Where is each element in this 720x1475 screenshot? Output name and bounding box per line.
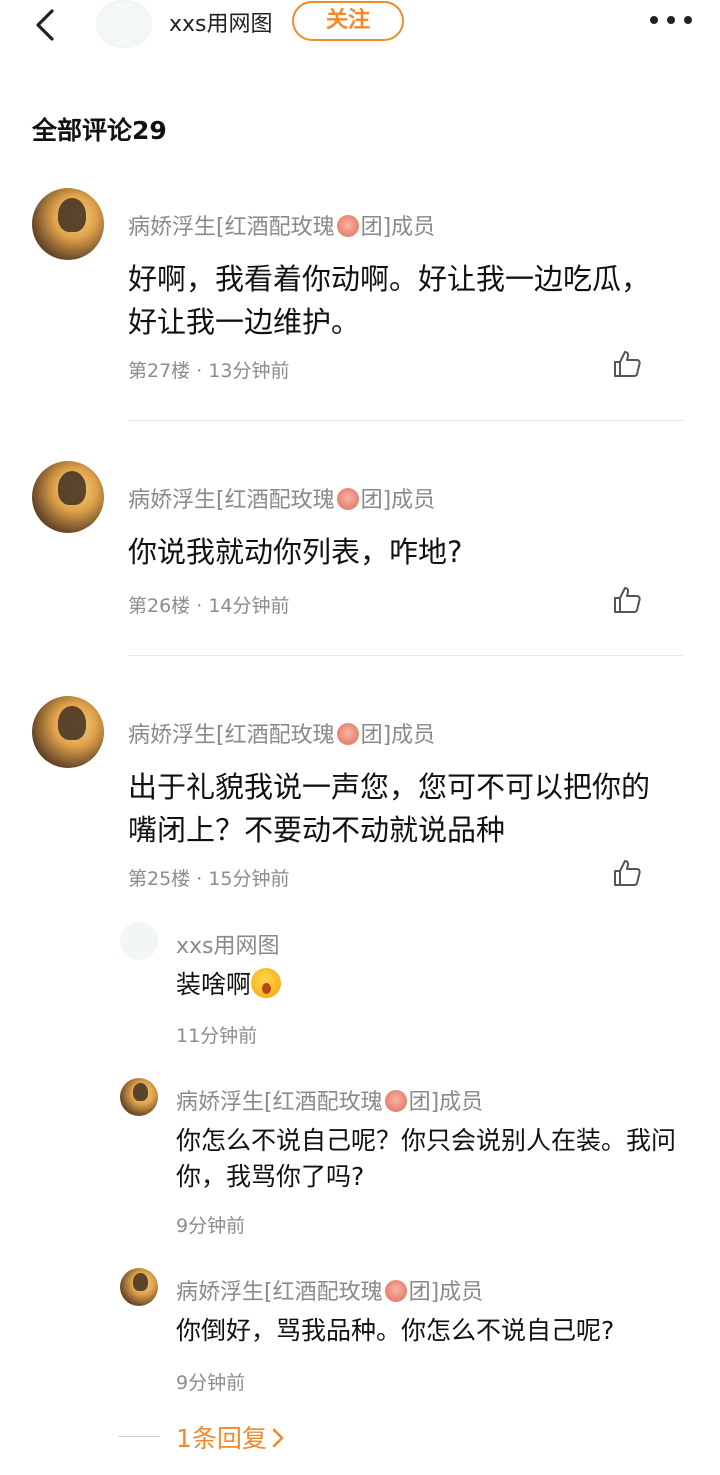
user-avatar[interactable] <box>32 461 104 533</box>
floor-number: 第27楼 <box>128 360 191 382</box>
comment-meta: 第27楼 · 13分钟前 <box>128 356 290 383</box>
reply-content: 你倒好，骂我品种。你怎么不说自己呢? <box>176 1316 615 1345</box>
rose-icon <box>384 1090 407 1112</box>
meta-separator: · <box>196 360 203 382</box>
author-avatar[interactable] <box>96 0 152 48</box>
comment-time: 15分钟前 <box>208 868 290 890</box>
astonished-face-icon <box>251 968 282 998</box>
comment-time: 14分钟前 <box>208 595 290 617</box>
reply-content: 装啥啊 <box>176 967 686 1003</box>
comment-meta: 第25楼 · 15分钟前 <box>128 864 290 891</box>
meta-separator: · <box>196 595 203 617</box>
back-arrow-icon[interactable] <box>32 8 60 42</box>
reply-avatar[interactable] <box>120 1078 158 1116</box>
reply-time: 9分钟前 <box>176 1215 246 1237</box>
thumbs-up-icon[interactable] <box>612 858 642 888</box>
comment-content: 出于礼貌我说一声您，您可不可以把你的嘴闭上？不要动不动就说品种 <box>128 770 651 847</box>
user-avatar[interactable] <box>32 696 104 768</box>
comment-content: 你说我就动你列表，咋地? <box>128 535 463 569</box>
reply-text: 装啥啊 <box>176 970 252 999</box>
meta-separator: · <box>196 868 203 890</box>
chevron-right-icon <box>272 1428 284 1448</box>
username-text: 病娇浮生[红酒配玫瑰 <box>128 723 335 748</box>
comment-username[interactable]: 病娇浮生[红酒配玫瑰 团]成员 <box>128 717 435 749</box>
more-replies-label: 1条回复 <box>176 1424 267 1453</box>
top-bar: xxs用网图 关注 <box>0 0 720 52</box>
follow-button[interactable]: 关注 <box>292 1 404 41</box>
divider <box>128 420 684 421</box>
comment-meta: 第26楼 · 14分钟前 <box>128 591 290 618</box>
username-suffix: 团]成员 <box>408 1090 484 1115</box>
reply-time: 11分钟前 <box>176 1025 258 1047</box>
rose-icon <box>336 723 359 745</box>
username-text: 病娇浮生[红酒配玫瑰 <box>128 215 335 240</box>
divider <box>118 1436 160 1437</box>
floor-number: 第26楼 <box>128 595 191 617</box>
username-suffix: 团]成员 <box>408 1280 484 1305</box>
comment-time: 13分钟前 <box>208 360 290 382</box>
more-options-icon[interactable] <box>650 16 694 26</box>
reply-content: 你怎么不说自己呢？你只会说别人在装。我问你，我骂你了吗? <box>176 1126 677 1191</box>
reply-avatar[interactable] <box>120 1268 158 1306</box>
comment-content: 好啊，我看着你动啊。好让我一边吃瓜，好让我一边维护。 <box>128 262 651 339</box>
reply-avatar[interactable] <box>120 922 158 960</box>
username-suffix: 团]成员 <box>360 723 436 748</box>
rose-icon <box>336 215 359 237</box>
username-text: 病娇浮生[红酒配玫瑰 <box>176 1090 383 1115</box>
user-avatar[interactable] <box>32 188 104 260</box>
rose-icon <box>336 488 359 510</box>
reply-username[interactable]: 病娇浮生[红酒配玫瑰 团]成员 <box>176 1084 483 1116</box>
rose-icon <box>384 1280 407 1302</box>
more-replies-link[interactable]: 1条回复 <box>176 1419 285 1455</box>
author-name[interactable]: xxs用网图 <box>169 6 273 38</box>
divider <box>128 655 684 656</box>
reply-username[interactable]: 病娇浮生[红酒配玫瑰 团]成员 <box>176 1274 483 1306</box>
comment-username[interactable]: 病娇浮生[红酒配玫瑰 团]成员 <box>128 482 435 514</box>
thumbs-up-icon[interactable] <box>612 349 642 379</box>
username-suffix: 团]成员 <box>360 215 436 240</box>
comments-title: 全部评论29 <box>32 116 167 145</box>
floor-number: 第25楼 <box>128 868 191 890</box>
username-text: 病娇浮生[红酒配玫瑰 <box>128 488 335 513</box>
username-text: 病娇浮生[红酒配玫瑰 <box>176 1280 383 1305</box>
username-suffix: 团]成员 <box>360 488 436 513</box>
comment-username[interactable]: 病娇浮生[红酒配玫瑰 团]成员 <box>128 209 435 241</box>
reply-time: 9分钟前 <box>176 1372 246 1394</box>
thumbs-up-icon[interactable] <box>612 585 642 615</box>
reply-username[interactable]: xxs用网图 <box>176 928 280 960</box>
